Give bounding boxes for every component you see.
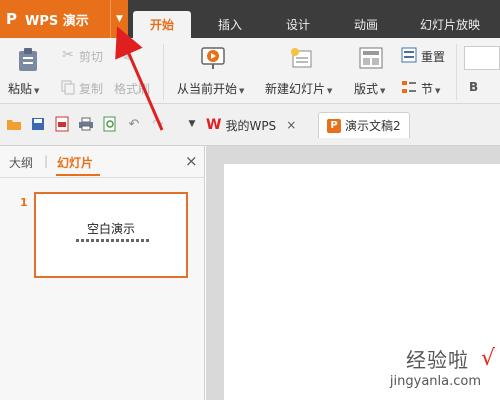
- print-preview-icon[interactable]: [102, 116, 118, 132]
- section-icon: [401, 79, 417, 95]
- slide-number: 1: [20, 196, 28, 209]
- doc-tab-label: 我的WPS: [225, 118, 277, 133]
- tab-insert[interactable]: 插入: [200, 11, 260, 38]
- caret-down-icon: ▼: [327, 87, 333, 95]
- tab-slides[interactable]: 幻灯片: [57, 154, 93, 171]
- close-icon[interactable]: ×: [286, 118, 296, 132]
- new-slide-button[interactable]: 新建幻灯片 ▼: [265, 80, 332, 97]
- doc-tab-label: 演示文稿2: [345, 119, 401, 133]
- scissors-icon: ✂: [62, 47, 74, 63]
- slide-thumbnail-title: 空白演示: [86, 222, 135, 236]
- app-menu-dropdown-button[interactable]: ▼: [110, 0, 128, 38]
- save-icon[interactable]: [30, 116, 46, 132]
- export-pdf-icon[interactable]: [54, 116, 70, 132]
- ribbon-divider: [456, 44, 457, 100]
- play-from-current-icon: [199, 44, 227, 72]
- new-slide-icon: [288, 45, 314, 71]
- paste-label: 粘贴: [8, 82, 33, 96]
- paste-icon[interactable]: [14, 46, 42, 74]
- from-current-label: 从当前开始: [177, 82, 238, 96]
- tab-home[interactable]: 开始: [133, 11, 191, 38]
- caret-down-icon: ▼: [34, 87, 40, 95]
- tab-design[interactable]: 设计: [268, 11, 328, 38]
- print-icon[interactable]: [78, 116, 94, 132]
- section-label: 节: [421, 82, 434, 96]
- open-folder-icon[interactable]: [6, 116, 22, 132]
- slide-thumbnail[interactable]: 空白演示: [34, 192, 188, 278]
- new-slide-label: 新建幻灯片: [265, 82, 326, 96]
- reset-button[interactable]: 重置: [421, 48, 445, 65]
- customize-toolbar-dropdown-icon[interactable]: ▼: [184, 116, 200, 132]
- doc-tab-my-wps[interactable]: W 我的WPS ×: [206, 112, 296, 138]
- redo-icon[interactable]: ↷: [150, 116, 166, 132]
- from-current-button[interactable]: 从当前开始 ▼: [177, 80, 244, 97]
- layout-label: 版式: [354, 82, 379, 96]
- slide-thumbnail-subtitle: [76, 239, 150, 242]
- tab-animation[interactable]: 动画: [336, 11, 396, 38]
- presentation-file-icon: P: [327, 118, 341, 133]
- wps-logo-icon: P: [6, 10, 17, 28]
- reset-icon: [401, 47, 417, 63]
- layout-button[interactable]: 版式 ▼: [354, 80, 385, 97]
- tab-slideshow[interactable]: 幻灯片放映: [404, 11, 496, 38]
- format-painter-button[interactable]: 格式刷: [114, 80, 150, 97]
- wps-w-logo-icon: W: [206, 117, 222, 133]
- format-painter-icon: ✎: [118, 47, 132, 65]
- doc-tab-presentation[interactable]: P 演示文稿2: [318, 112, 410, 138]
- copy-icon: [60, 79, 76, 95]
- active-tab-indicator: [56, 174, 100, 176]
- caret-down-icon: ▼: [116, 14, 123, 24]
- caret-down-icon: ▼: [239, 87, 245, 95]
- caret-down-icon: ▼: [380, 87, 386, 95]
- bold-button[interactable]: B: [469, 80, 478, 94]
- ribbon-divider: [163, 44, 164, 100]
- copy-button[interactable]: 复制: [79, 80, 103, 97]
- cut-button[interactable]: 剪切: [79, 48, 103, 65]
- watermark-text: 经验啦: [406, 348, 469, 372]
- font-name-select[interactable]: [464, 46, 500, 70]
- tab-outline[interactable]: 大纲: [9, 154, 33, 171]
- app-name: WPS 演示: [25, 13, 89, 29]
- close-icon[interactable]: ×: [185, 152, 198, 170]
- undo-icon[interactable]: ↶: [126, 116, 142, 132]
- paste-button[interactable]: 粘贴 ▼: [8, 80, 39, 97]
- watermark-url: jingyanla.com: [389, 374, 481, 389]
- watermark: 经验啦 √ jingyanla.com: [370, 344, 495, 398]
- layout-icon: [359, 46, 383, 70]
- app-menu-button[interactable]: P WPS 演示: [0, 0, 110, 38]
- section-button[interactable]: 节 ▼: [421, 80, 440, 97]
- caret-down-icon: ▼: [435, 87, 441, 95]
- pane-tab-divider: |: [44, 154, 49, 168]
- check-icon: √: [480, 346, 495, 371]
